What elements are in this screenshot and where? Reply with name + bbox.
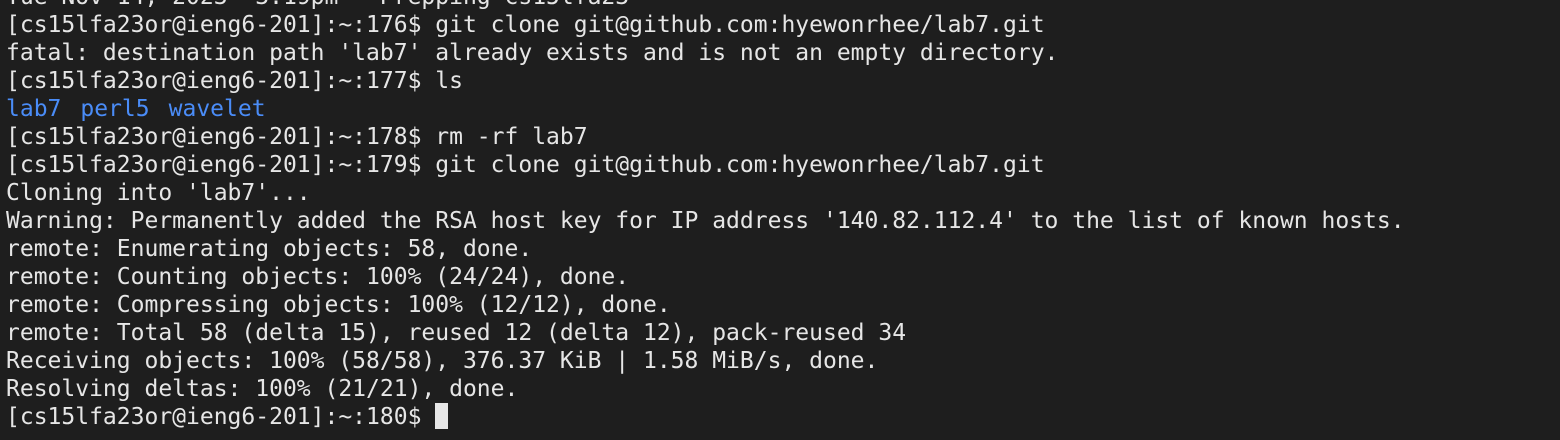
directory-entry: wavelet — [168, 96, 266, 122]
text-cursor — [435, 403, 449, 429]
directory-entry: perl5 — [80, 96, 150, 122]
output-line: remote: Compressing objects: 100% (12/12… — [6, 292, 671, 318]
output-line: remote: Total 58 (delta 15), reused 12 (… — [6, 320, 907, 346]
shell-prompt: [cs15lfa23or@ieng6-201]:~:180$ — [6, 404, 422, 430]
output-line: fatal: destination path 'lab7' already e… — [6, 40, 1059, 66]
ls-output-line: lab7 perl5 wavelet — [6, 95, 1405, 123]
output-line: Warning: Permanently added the RSA host … — [6, 208, 1405, 234]
command-line: [cs15lfa23or@ieng6-201]:~:178$ rm -rf la… — [6, 124, 588, 150]
directory-entry: lab7 — [6, 96, 62, 122]
output-line: Cloning into 'lab7'... — [6, 180, 311, 206]
active-prompt-line[interactable]: [cs15lfa23or@ieng6-201]:~:180$ — [6, 403, 1405, 431]
output-line: Resolving deltas: 100% (21/21), done. — [6, 376, 519, 402]
terminal-window[interactable]: Tue Nov 14, 2023 3:19pm - Prepping cs15l… — [0, 0, 1560, 440]
output-line: remote: Enumerating objects: 58, done. — [6, 236, 533, 262]
output-line: remote: Counting objects: 100% (24/24), … — [6, 264, 630, 290]
terminal-output: Tue Nov 14, 2023 3:19pm - Prepping cs15l… — [6, 0, 1405, 431]
command-line: [cs15lfa23or@ieng6-201]:~:179$ git clone… — [6, 152, 1045, 178]
output-line: Receiving objects: 100% (58/58), 376.37 … — [6, 348, 879, 374]
command-line: [cs15lfa23or@ieng6-201]:~:177$ ls — [6, 68, 463, 94]
output-line: Tue Nov 14, 2023 3:19pm - Prepping cs15l… — [6, 0, 1405, 11]
command-line: [cs15lfa23or@ieng6-201]:~:176$ git clone… — [6, 12, 1045, 38]
